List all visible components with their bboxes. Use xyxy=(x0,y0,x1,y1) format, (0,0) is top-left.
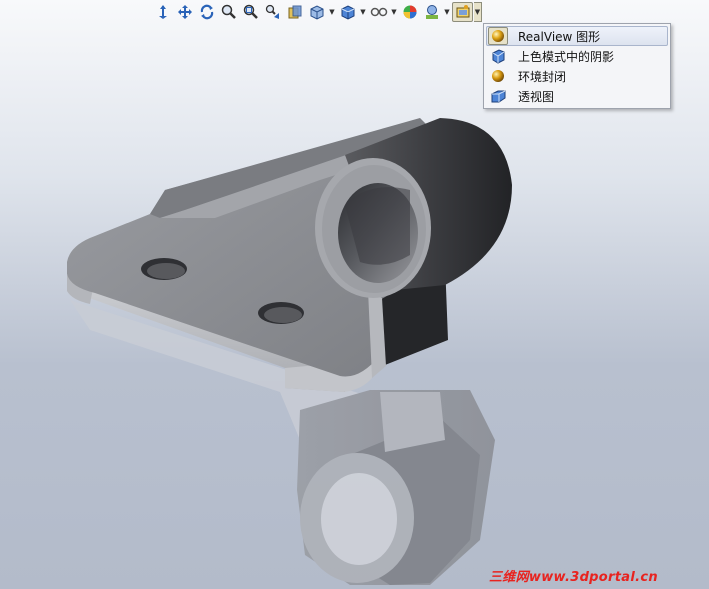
heads-up-view-toolbar: ▼ ▼ ▼ ▼ ▼ xyxy=(152,1,482,23)
view-orientation-dropdown-arrow[interactable]: ▼ xyxy=(328,2,336,22)
section-view-icon[interactable] xyxy=(284,2,305,22)
hide-show-items-icon[interactable] xyxy=(368,2,389,22)
menu-item-label: RealView 图形 xyxy=(518,29,601,44)
view-settings-menu: RealView 图形 上色模式中的阴影 环境封闭 透视图 xyxy=(483,23,671,109)
graphics-viewport[interactable]: ▼ ▼ ▼ ▼ ▼ RealView 图形 上色模式中的阴影 环境封闭 透视图 … xyxy=(0,0,709,589)
apply-scene-icon[interactable] xyxy=(421,2,442,22)
edit-appearance-icon[interactable] xyxy=(399,2,420,22)
view-orientation-icon[interactable] xyxy=(152,2,173,22)
menu-item-label: 环境封闭 xyxy=(518,69,567,84)
display-style-icon[interactable] xyxy=(337,2,358,22)
previous-view-icon[interactable] xyxy=(262,2,283,22)
menu-item-realview[interactable]: RealView 图形 xyxy=(486,26,668,46)
zoom-to-fit-icon[interactable] xyxy=(218,2,239,22)
site-watermark: 三维网www.3dportal.cn xyxy=(489,570,658,585)
zoom-to-area-icon[interactable] xyxy=(240,2,261,22)
pan-icon[interactable] xyxy=(174,2,195,22)
realview-sphere-icon xyxy=(488,27,508,45)
menu-item-label: 透视图 xyxy=(518,89,555,104)
view-settings-icon[interactable] xyxy=(452,2,473,22)
menu-item-label: 上色模式中的阴影 xyxy=(518,49,615,64)
menu-item-perspective[interactable]: 透视图 xyxy=(486,86,668,106)
hide-show-dropdown-arrow[interactable]: ▼ xyxy=(390,2,398,22)
rotate-icon[interactable] xyxy=(196,2,217,22)
shadows-cube-icon xyxy=(487,47,509,65)
perspective-box-icon xyxy=(487,87,509,105)
view-settings-dropdown-arrow[interactable]: ▼ xyxy=(474,2,482,22)
menu-item-ambient-occlusion[interactable]: 环境封闭 xyxy=(486,66,668,86)
menu-item-shadows-in-shaded-mode[interactable]: 上色模式中的阴影 xyxy=(486,46,668,66)
view-orientation-cube-icon[interactable] xyxy=(306,2,327,22)
ambient-occlusion-sphere-icon xyxy=(487,67,509,85)
display-style-dropdown-arrow[interactable]: ▼ xyxy=(359,2,367,22)
apply-scene-dropdown-arrow[interactable]: ▼ xyxy=(443,2,451,22)
